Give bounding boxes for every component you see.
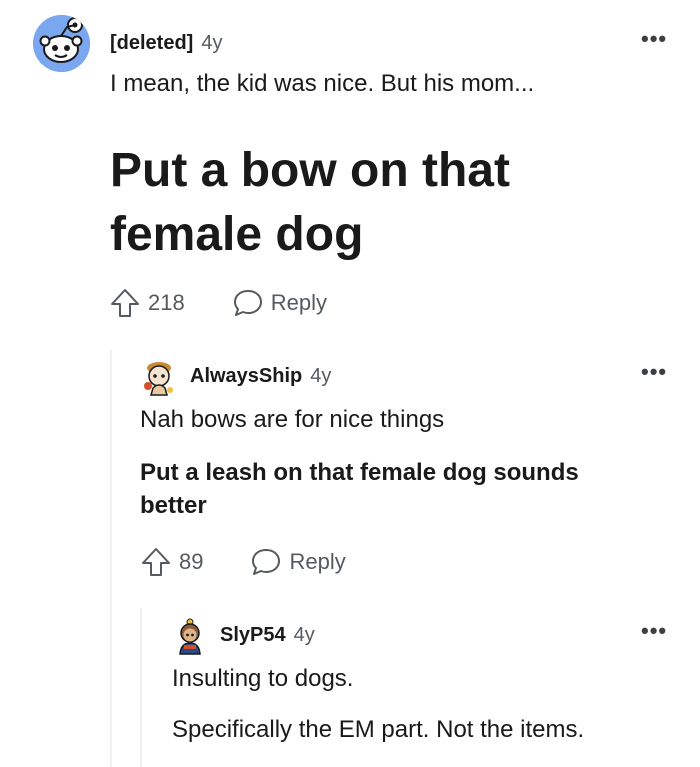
comment-age: 4y [310, 365, 332, 387]
comment-age: 4y [293, 624, 315, 646]
comment-meta: AlwaysShip 4y [190, 365, 331, 388]
comment-heading: Put a bow on that female dog [110, 144, 510, 261]
comment-meta: SlyP54 4y [220, 624, 315, 647]
upvote-icon[interactable] [108, 286, 142, 320]
reply-button[interactable]: Reply [289, 549, 345, 575]
comment-author[interactable]: [deleted] [110, 32, 193, 54]
snoo-avatar-icon[interactable] [33, 15, 90, 72]
thread-line[interactable] [110, 350, 112, 767]
comment-thread: [deleted] 4y ••• I mean, the kid was nice… [0, 0, 700, 767]
comment-actions: 89 Reply [139, 545, 346, 579]
more-options-icon[interactable]: ••• [641, 28, 667, 50]
comment-age: 4y [201, 32, 223, 54]
comment-meta: [deleted] 4y [110, 32, 222, 55]
upvote-icon[interactable] [139, 545, 173, 579]
comment-author[interactable]: SlyP54 [220, 624, 286, 646]
user-avatar-icon[interactable] [140, 358, 178, 396]
comment-bold-text: Put a leash on that female dog sounds be… [140, 459, 579, 519]
more-options-icon[interactable]: ••• [641, 620, 667, 642]
comment-author[interactable]: AlwaysShip [190, 365, 302, 387]
user-avatar-icon[interactable] [172, 617, 208, 655]
comment-text: Specifically the EM part. Not the items. [172, 716, 585, 743]
comment-actions: 218 Reply [108, 286, 327, 320]
thread-line[interactable] [140, 608, 142, 767]
comment-text: I mean, the kid was nice. But his mom... [110, 70, 535, 97]
upvote-count: 89 [179, 549, 204, 574]
comment-text: Nah bows are for nice things [140, 406, 445, 433]
reply-icon[interactable] [249, 545, 283, 579]
more-options-icon[interactable]: ••• [641, 361, 667, 383]
reply-icon[interactable] [231, 286, 265, 320]
reply-button[interactable]: Reply [271, 290, 327, 316]
comment-text: Insulting to dogs. [172, 665, 354, 692]
upvote-count: 218 [148, 290, 185, 315]
